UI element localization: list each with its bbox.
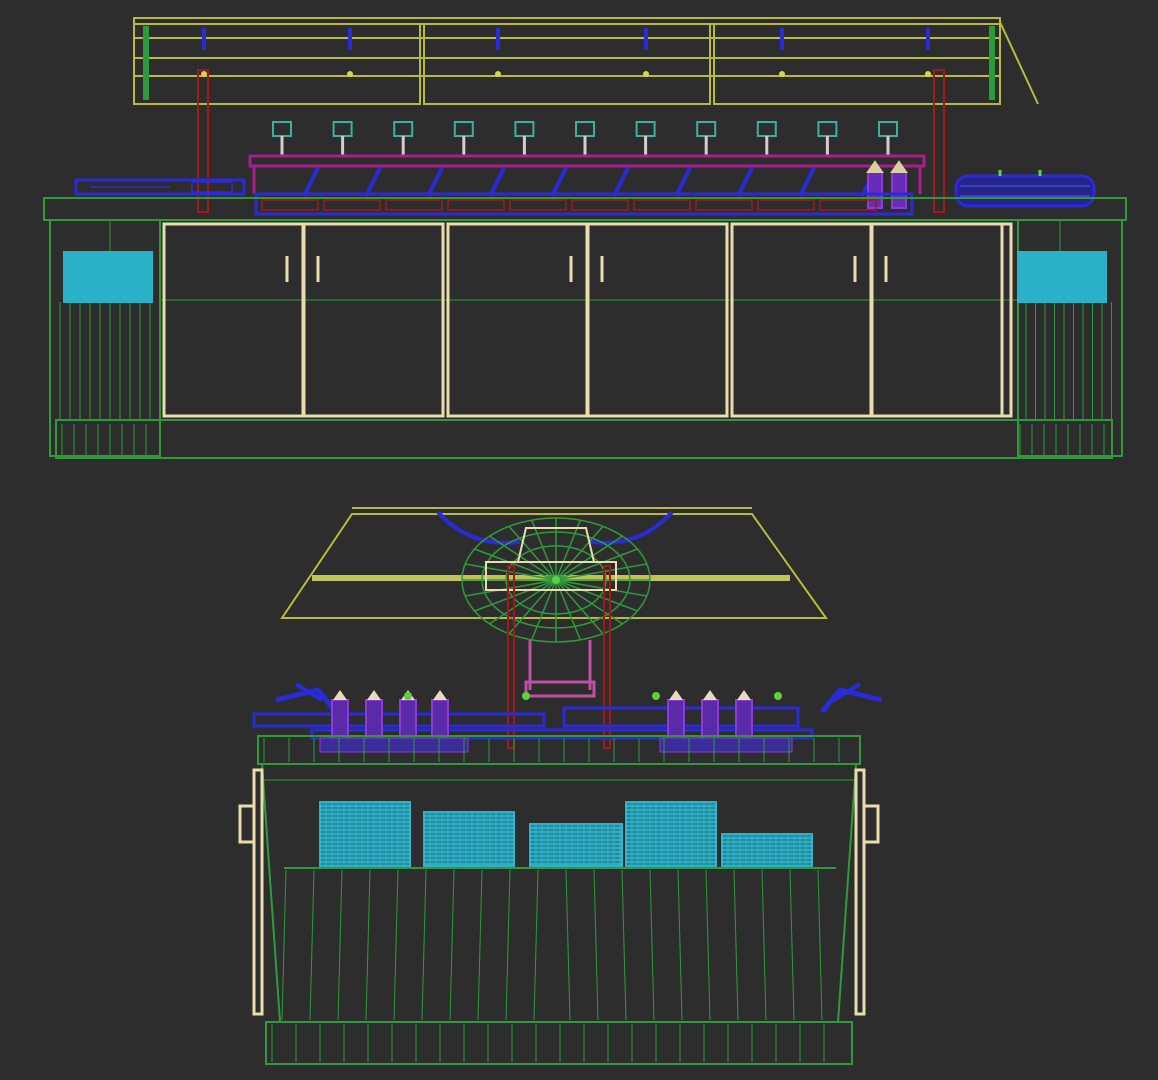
lamp-dome bbox=[461, 517, 651, 643]
viewport-background bbox=[0, 0, 1158, 1080]
bottle-nozzle bbox=[522, 692, 530, 700]
bottle-rack bbox=[319, 737, 469, 753]
bottle-rack bbox=[659, 737, 793, 753]
bottle-nozzle bbox=[652, 692, 660, 700]
bottle-nozzle bbox=[404, 692, 412, 700]
plate-stack bbox=[529, 823, 623, 867]
plate-stack bbox=[423, 811, 515, 867]
bottle-nozzle bbox=[774, 692, 782, 700]
right-warmer bbox=[954, 170, 1096, 208]
plate-stack bbox=[721, 833, 813, 867]
wireframe-scene bbox=[0, 0, 1158, 1080]
viewport[interactable] bbox=[0, 0, 1158, 1080]
plate-stack bbox=[625, 801, 717, 867]
dome-center bbox=[552, 576, 560, 584]
plate-stack bbox=[319, 801, 411, 867]
